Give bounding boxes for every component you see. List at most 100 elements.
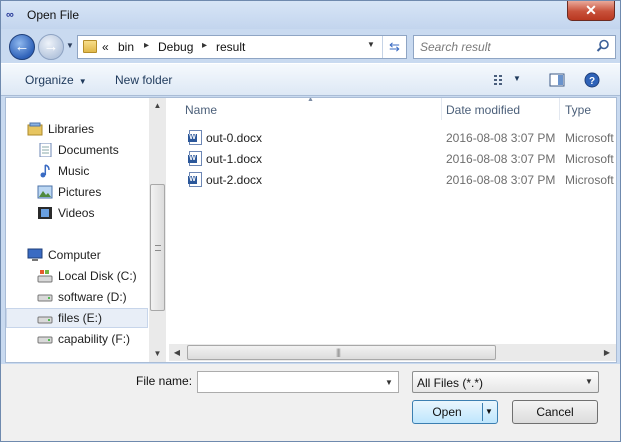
nav-item-libraries[interactable]: Libraries bbox=[6, 119, 148, 139]
view-options-icon[interactable] bbox=[493, 72, 509, 88]
scroll-down-arrow-icon[interactable]: ▼ bbox=[149, 346, 166, 362]
chevron-down-icon: ▼ bbox=[585, 377, 593, 386]
column-header-date[interactable]: Date modified bbox=[442, 98, 559, 120]
column-label: Type bbox=[565, 103, 592, 117]
breadcrumb-bin[interactable]: bin bbox=[118, 40, 134, 54]
pictures-icon bbox=[37, 185, 53, 199]
nav-item-label: Documents bbox=[58, 143, 119, 157]
column-header-type[interactable]: Type bbox=[560, 98, 616, 120]
word-document-icon bbox=[188, 172, 202, 187]
refresh-button[interactable]: ⇆ bbox=[382, 36, 406, 58]
content-area: Libraries Documents Music Pictures Video… bbox=[5, 97, 617, 363]
dialog-footer: File name: ▼ All Files (*.*) ▼ Open ▼ Ca… bbox=[1, 364, 620, 441]
file-name-combobox[interactable]: ▼ bbox=[197, 371, 399, 393]
open-button[interactable]: Open ▼ bbox=[412, 400, 498, 424]
svg-text:?: ? bbox=[589, 76, 595, 87]
file-type: Microsoft bbox=[565, 131, 614, 145]
column-header-name[interactable]: ▲ Name bbox=[169, 98, 441, 120]
drive-icon bbox=[37, 336, 53, 344]
navigation-bar: ← → ▼ « bin ▸ Debug ▸ result ▼ ⇆ bbox=[1, 29, 620, 63]
breadcrumb-debug[interactable]: Debug bbox=[158, 40, 193, 54]
breadcrumb-result[interactable]: result bbox=[216, 40, 245, 54]
address-bar[interactable]: « bin ▸ Debug ▸ result ▼ ⇆ bbox=[77, 35, 407, 59]
file-type-filter[interactable]: All Files (*.*) ▼ bbox=[412, 371, 599, 393]
forward-button[interactable]: → bbox=[38, 34, 64, 60]
file-date: 2016-08-08 3:07 PM bbox=[446, 173, 556, 187]
drive-icon bbox=[37, 316, 53, 324]
file-name: out-2.docx bbox=[206, 173, 263, 187]
nav-item-label: Music bbox=[58, 164, 90, 178]
file-row[interactable]: out-0.docx 2016-08-08 3:07 PM Microsoft bbox=[169, 127, 616, 148]
nav-item-capability-f[interactable]: capability (F:) bbox=[6, 329, 148, 349]
search-input[interactable] bbox=[420, 39, 590, 55]
recent-locations-dropdown[interactable]: ▼ bbox=[66, 41, 76, 51]
back-button[interactable]: ← bbox=[9, 34, 35, 60]
nav-item-videos[interactable]: Videos bbox=[6, 203, 148, 223]
forward-arrow-icon: → bbox=[43, 38, 59, 55]
file-type: Microsoft bbox=[565, 152, 614, 166]
scrollbar-thumb[interactable] bbox=[150, 184, 165, 311]
breadcrumb-overflow[interactable]: « bbox=[102, 40, 109, 54]
organize-menu[interactable]: Organize ▼ bbox=[25, 73, 87, 87]
search-box[interactable] bbox=[413, 35, 616, 59]
scroll-up-arrow-icon[interactable]: ▲ bbox=[149, 98, 166, 114]
command-bar: Organize ▼ New folder ▼ ? bbox=[1, 63, 620, 96]
word-document-icon bbox=[188, 151, 202, 166]
window-title: Open File bbox=[27, 8, 80, 22]
refresh-icon: ⇆ bbox=[389, 39, 400, 54]
file-list[interactable]: ▲ Name Date modified Type out-0.docx 201… bbox=[169, 98, 616, 362]
libraries-icon bbox=[27, 122, 43, 136]
grip-icon bbox=[155, 245, 161, 251]
app-icon: ∞ bbox=[6, 9, 14, 21]
file-row[interactable]: out-1.docx 2016-08-08 3:07 PM Microsoft bbox=[169, 148, 616, 169]
nav-item-label: Local Disk (C:) bbox=[58, 269, 137, 283]
file-type: Microsoft bbox=[565, 173, 614, 187]
nav-item-computer[interactable]: Computer bbox=[6, 245, 148, 265]
scroll-right-arrow-icon[interactable]: ▶ bbox=[599, 344, 615, 361]
chevron-down-icon[interactable]: ▼ bbox=[485, 401, 493, 423]
scrollbar-thumb[interactable]: ||| bbox=[187, 345, 496, 360]
view-dropdown-icon[interactable]: ▼ bbox=[513, 74, 521, 83]
file-name: out-1.docx bbox=[206, 152, 263, 166]
nav-item-documents[interactable]: Documents bbox=[6, 140, 148, 160]
nav-item-files-e[interactable]: files (E:) bbox=[6, 308, 148, 328]
breadcrumb-separator[interactable]: ▸ bbox=[202, 40, 207, 51]
nav-pane-scrollbar[interactable]: ▲ ▼ bbox=[149, 98, 166, 362]
file-list-scrollbar[interactable]: ◀ ||| ▶ bbox=[169, 344, 616, 361]
nav-item-label: software (D:) bbox=[58, 290, 127, 304]
nav-item-music[interactable]: Music bbox=[6, 161, 148, 181]
organize-label: Organize bbox=[25, 73, 74, 87]
nav-item-label: Videos bbox=[58, 206, 95, 220]
folder-icon bbox=[83, 40, 97, 53]
help-icon[interactable]: ? bbox=[584, 72, 600, 88]
file-name-input[interactable] bbox=[202, 374, 372, 390]
nav-item-software-d[interactable]: software (D:) bbox=[6, 287, 148, 307]
drive-icon bbox=[37, 294, 53, 302]
cancel-button[interactable]: Cancel bbox=[512, 400, 598, 424]
title-bar: ∞ Open File ✕ bbox=[1, 1, 620, 29]
new-folder-button[interactable]: New folder bbox=[115, 73, 172, 87]
address-dropdown-icon[interactable]: ▼ bbox=[367, 40, 375, 49]
file-date: 2016-08-08 3:07 PM bbox=[446, 131, 556, 145]
file-name: out-0.docx bbox=[206, 131, 263, 145]
scroll-left-arrow-icon[interactable]: ◀ bbox=[169, 344, 185, 361]
sort-ascending-icon: ▲ bbox=[307, 98, 314, 103]
system-drive-icon bbox=[37, 270, 53, 283]
file-row[interactable]: out-2.docx 2016-08-08 3:07 PM Microsoft bbox=[169, 169, 616, 190]
videos-icon bbox=[38, 207, 52, 219]
word-document-icon bbox=[188, 130, 202, 145]
documents-icon bbox=[39, 143, 52, 157]
navigation-pane[interactable]: Libraries Documents Music Pictures Video… bbox=[6, 98, 168, 362]
breadcrumb-separator[interactable]: ▸ bbox=[144, 40, 149, 51]
chevron-down-icon[interactable]: ▼ bbox=[385, 378, 393, 387]
music-icon bbox=[40, 164, 50, 178]
chevron-down-icon: ▼ bbox=[78, 77, 87, 86]
file-date: 2016-08-08 3:07 PM bbox=[446, 152, 556, 166]
nav-item-local-disk-c[interactable]: Local Disk (C:) bbox=[6, 266, 148, 286]
preview-pane-icon[interactable] bbox=[549, 72, 565, 88]
nav-item-pictures[interactable]: Pictures bbox=[6, 182, 148, 202]
nav-item-label: Libraries bbox=[48, 122, 95, 136]
nav-item-label: capability (F:) bbox=[58, 332, 131, 346]
close-button[interactable]: ✕ bbox=[567, 1, 615, 21]
search-icon[interactable] bbox=[596, 39, 610, 53]
